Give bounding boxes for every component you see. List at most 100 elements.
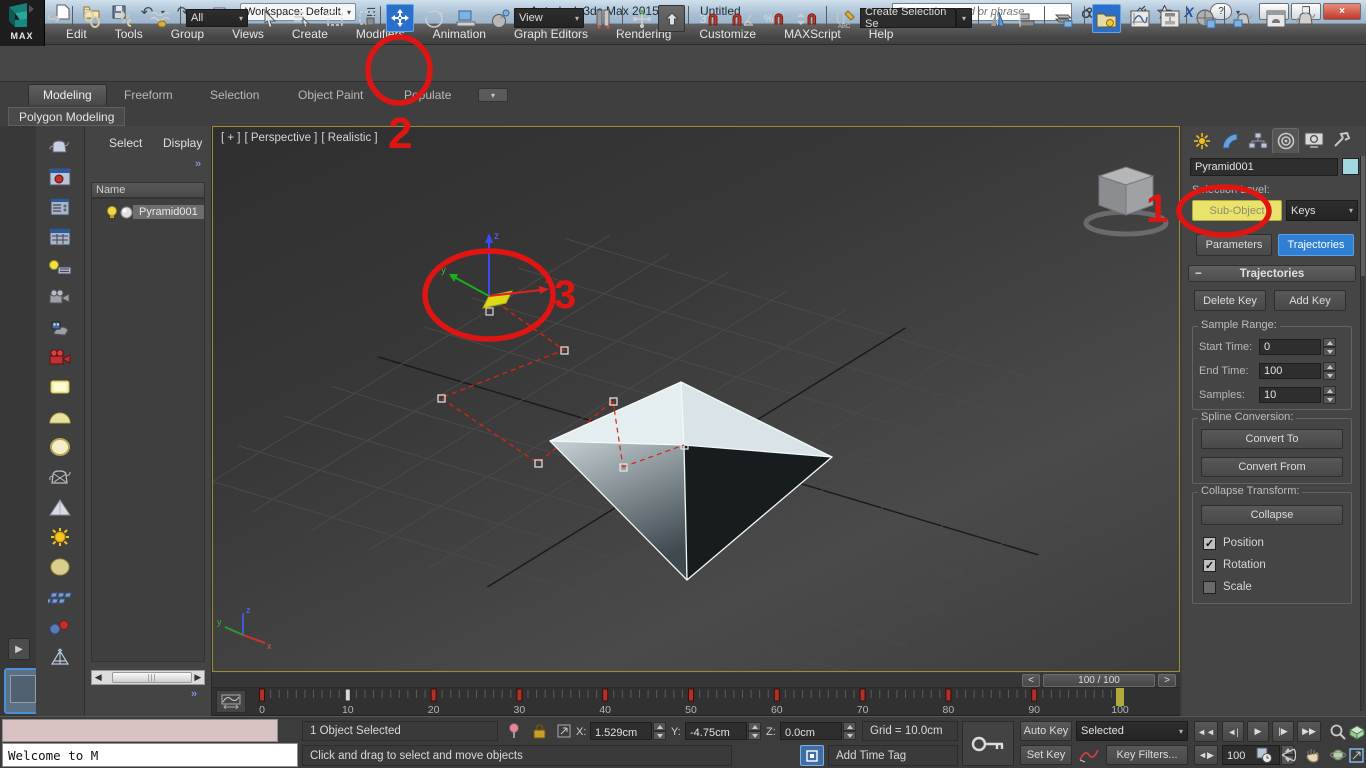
max-app-button[interactable]: MAX (0, 0, 45, 46)
material-editor-button[interactable] (1192, 5, 1219, 32)
tab-utilities[interactable] (1328, 128, 1355, 153)
explorer-select-menu[interactable]: Select (109, 136, 142, 150)
y-coord-field[interactable] (685, 722, 747, 740)
transform-type-in-icon[interactable] (552, 720, 575, 742)
window-crossing-toggle-button[interactable] (354, 5, 381, 32)
scroll-left-icon[interactable]: ◀ (92, 672, 104, 683)
select-object-button[interactable] (256, 5, 283, 32)
maxscript-listener-macro[interactable] (2, 719, 278, 742)
z-coord-field[interactable] (780, 722, 842, 740)
object-sphere-icon[interactable] (120, 206, 133, 219)
y-coord-spinner[interactable] (748, 722, 761, 740)
convert-to-button[interactable]: Convert To (1201, 429, 1343, 449)
scale-checkbox-label[interactable]: Scale (1223, 581, 1252, 593)
goto-end-button[interactable]: ▶▶ (1297, 721, 1321, 742)
percent-snap-toggle-button[interactable]: % (760, 5, 790, 32)
collapse-button[interactable]: Collapse (1201, 505, 1343, 525)
layer-manager-button[interactable] (1050, 5, 1077, 32)
render-setup-button[interactable] (1230, 5, 1257, 32)
cone-button[interactable] (45, 494, 75, 520)
select-and-manipulate-button[interactable] (628, 5, 655, 32)
trajectories-rollout-header[interactable]: − Trajectories (1188, 265, 1356, 282)
filter-cameras-button[interactable] (45, 284, 75, 310)
start-time-spinner[interactable] (1323, 338, 1336, 356)
sort-by-type-button[interactable] (45, 254, 75, 280)
close-button[interactable]: × (1323, 3, 1361, 20)
sub-object-level-dropdown[interactable]: Keys▾ (1286, 200, 1358, 221)
explorer-row-pyramid001[interactable]: Pyramid001 (92, 203, 204, 221)
light-on-icon[interactable] (106, 206, 118, 219)
samples-spinner[interactable] (1323, 386, 1336, 404)
set-keys-button[interactable] (962, 721, 1014, 766)
scene-explorer-toggle-button[interactable] (1092, 4, 1121, 33)
display-cameras-button[interactable] (45, 224, 75, 250)
position-checkbox-label[interactable]: Position (1223, 537, 1264, 549)
tab-create[interactable] (1188, 128, 1215, 153)
explorer-bottom-chevron[interactable]: » (191, 688, 197, 700)
key-mode-toggle-button[interactable]: ◄▶ (1194, 745, 1218, 765)
rectangular-selection-region-button[interactable] (322, 5, 349, 32)
explorer-hscrollbar[interactable]: ◀ ||| ▶ (91, 670, 205, 685)
track-bar[interactable]: 0102030405060708090100 (212, 688, 1180, 716)
explorer-name-header[interactable]: Name (91, 182, 205, 198)
start-time-field[interactable]: 0 (1259, 339, 1321, 355)
play-button[interactable]: ▶ (1247, 721, 1269, 742)
bones-button[interactable] (45, 614, 75, 640)
selection-lock-icon[interactable] (528, 720, 551, 742)
display-geometry-button[interactable] (45, 134, 75, 160)
rollout-collapse-icon[interactable]: − (1195, 268, 1202, 280)
viewport-general-menu[interactable]: [ + ] (221, 132, 241, 144)
gizmo-x-axis[interactable] (489, 290, 541, 296)
ribbon-minimize-button[interactable]: ▾ (478, 88, 508, 102)
wireframe-teapot-button[interactable] (45, 464, 75, 490)
panel-scrollbar[interactable] (1360, 156, 1365, 711)
light-disc-button[interactable] (45, 434, 75, 460)
ribbon-tab-modeling[interactable]: Modeling (28, 84, 107, 105)
array-button[interactable] (45, 584, 75, 610)
tab-motion[interactable] (1272, 128, 1299, 153)
delete-key-button[interactable]: Delete Key (1194, 290, 1266, 311)
ribbon-tab-freeform[interactable]: Freeform (110, 84, 187, 105)
ribbon-tab-selection[interactable]: Selection (196, 84, 273, 105)
time-configuration-icon[interactable] (1252, 744, 1275, 766)
bind-to-space-warp-button[interactable] (146, 5, 173, 32)
use-pivot-center-button[interactable] (590, 5, 617, 32)
isolate-selection-icon[interactable] (502, 720, 525, 742)
tab-hierarchy[interactable] (1244, 128, 1271, 153)
unlink-selection-button[interactable] (112, 5, 139, 32)
select-and-rotate-button[interactable] (420, 5, 447, 32)
schematic-view-button[interactable] (1156, 5, 1183, 32)
sun-light-button[interactable] (45, 524, 75, 550)
set-key-button[interactable]: Set Key (1020, 745, 1072, 765)
ribbon-tab-populate[interactable]: Populate (390, 84, 465, 105)
light-rectangle-button[interactable] (45, 374, 75, 400)
explorer-expand-button[interactable]: ▶ (8, 638, 30, 660)
mirror-button[interactable] (984, 5, 1011, 32)
gizmo-y-axis[interactable] (456, 278, 489, 296)
select-and-place-button[interactable] (486, 5, 513, 32)
render-production-button[interactable] (1292, 5, 1319, 32)
viewport-pov-menu[interactable]: [ Perspective ] (245, 132, 318, 144)
previous-frame-button[interactable]: ◄| (1222, 721, 1244, 742)
named-set-dropdown-arrow[interactable]: ▾ (956, 8, 972, 28)
rotation-checkbox-label[interactable]: Rotation (1223, 559, 1266, 571)
time-slider-handle[interactable]: 100 / 100 (1043, 674, 1155, 687)
align-button[interactable] (1014, 5, 1041, 32)
position-checkbox[interactable]: ✓ (1203, 537, 1216, 550)
maxscript-listener[interactable]: Welcome to M (2, 743, 298, 767)
explorer-display-menu[interactable]: Display (163, 136, 202, 150)
scroll-thumb[interactable]: ||| (112, 672, 191, 683)
scroll-right-icon[interactable]: ▶ (192, 672, 204, 683)
light-dome-button[interactable] (45, 404, 75, 430)
angle-snap-toggle-button[interactable] (728, 5, 758, 32)
z-coord-spinner[interactable] (843, 722, 856, 740)
spinner-snap-toggle-button[interactable] (792, 5, 822, 32)
tab-modify[interactable] (1216, 128, 1243, 153)
object-color-swatch[interactable] (1342, 158, 1359, 175)
object-name-field[interactable]: Pyramid001 (1190, 158, 1338, 176)
snaps-toggle-button[interactable]: 3 (694, 5, 726, 32)
time-slider-next-button[interactable]: > (1158, 674, 1176, 687)
explorer-more-chevron[interactable]: » (195, 158, 201, 170)
viewport-shading-menu[interactable]: [ Realistic ] (321, 132, 377, 144)
move-gizmo[interactable]: z y x (441, 231, 550, 308)
